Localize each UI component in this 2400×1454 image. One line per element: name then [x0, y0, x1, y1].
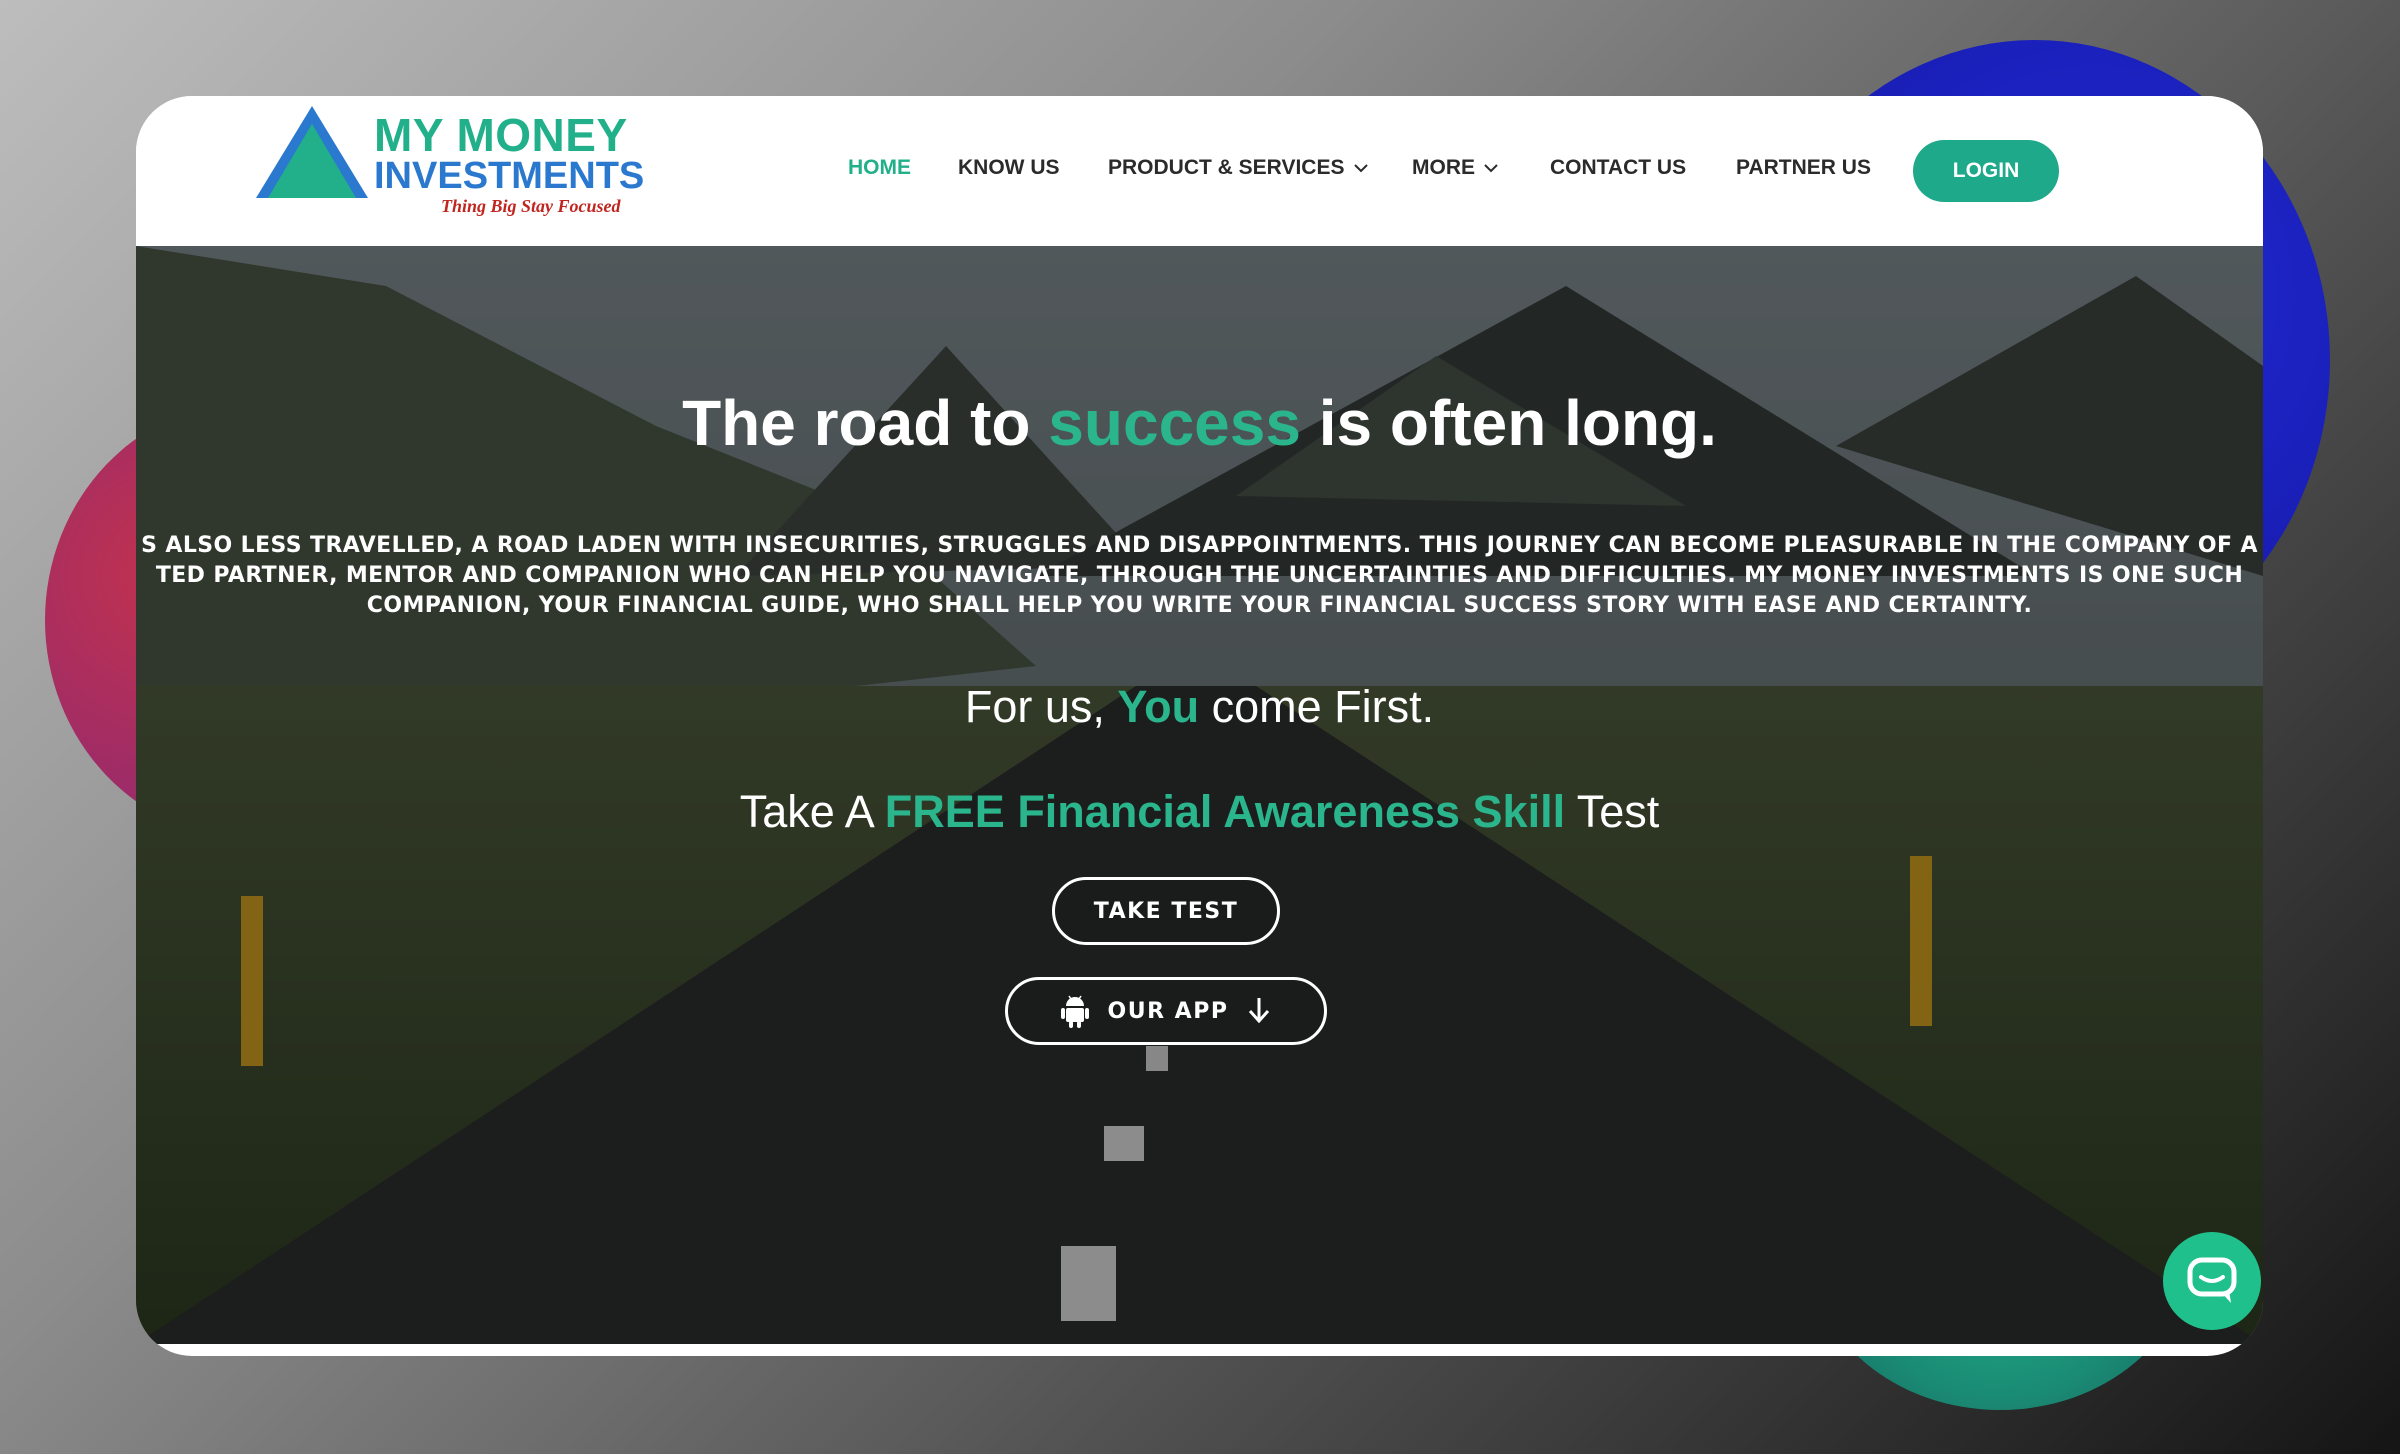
test-pre: Take A: [739, 786, 885, 837]
headline-post: is often long.: [1300, 387, 1717, 459]
paragraph-line: COMPANION, YOUR FINANCIAL GUIDE, WHO SHA…: [366, 593, 2033, 618]
nav-home-label: HOME: [848, 156, 911, 179]
nav-more-label: MORE: [1412, 156, 1475, 179]
nav-contact-us-label: CONTACT US: [1550, 156, 1687, 179]
brand-tagline: Thing Big Stay Focused: [441, 196, 621, 216]
nav-partner-us[interactable]: PARTNER US: [1736, 156, 1871, 180]
chevron-down-icon: [1353, 164, 1368, 173]
nav-partner-us-label: PARTNER US: [1736, 156, 1871, 179]
android-icon: [1060, 995, 1089, 1028]
nav-know-us-label: KNOW US: [958, 156, 1060, 179]
nav-product-services-label: PRODUCT & SERVICES: [1108, 156, 1345, 179]
browser-frame: MY MONEY INVESTMENTS Thing Big Stay Focu…: [136, 96, 2263, 1356]
navbar: MY MONEY INVESTMENTS Thing Big Stay Focu…: [136, 96, 2263, 246]
hero-section: The road to success is often long. S ALS…: [136, 246, 2263, 1344]
logo-triangle-icon: [256, 106, 368, 198]
hero-paragraph: S ALSO LESS TRAVELLED, A ROAD LADEN WITH…: [136, 531, 2263, 621]
login-button[interactable]: LOGIN: [1913, 140, 2059, 202]
test-accent: FREE Financial Awareness Skill: [884, 786, 1566, 837]
headline-accent: success: [1048, 387, 1301, 459]
headline-pre: The road to: [682, 387, 1049, 459]
nav-home[interactable]: HOME: [848, 156, 911, 180]
hero-test-line: Take A FREE Financial Awareness Skill Te…: [136, 786, 2263, 838]
chat-widget-button[interactable]: [2163, 1232, 2261, 1330]
paragraph-line: TED PARTNER, MENTOR AND COMPANION WHO CA…: [155, 563, 2244, 588]
tagline-post: come First.: [1199, 681, 1435, 732]
nav-know-us[interactable]: KNOW US: [958, 156, 1060, 180]
tagline-pre: For us,: [964, 681, 1118, 732]
hero-headline: The road to success is often long.: [136, 386, 2263, 460]
test-post: Test: [1565, 786, 1660, 837]
brand-logo[interactable]: MY MONEY INVESTMENTS Thing Big Stay Focu…: [256, 102, 644, 216]
arrow-down-icon: [1249, 998, 1270, 1024]
brand-name-line2: INVESTMENTS: [374, 155, 645, 197]
our-app-label: OUR APP: [1107, 998, 1229, 1024]
paragraph-line: S ALSO LESS TRAVELLED, A ROAD LADEN WITH…: [141, 533, 2258, 558]
tagline-accent: You: [1117, 681, 1200, 732]
nav-contact-us[interactable]: CONTACT US: [1550, 156, 1686, 180]
hero-tagline: For us, You come First.: [136, 681, 2263, 733]
chevron-down-icon: [1484, 164, 1498, 173]
take-test-button[interactable]: TAKE TEST: [1052, 877, 1280, 945]
our-app-button[interactable]: OUR APP: [1005, 977, 1327, 1045]
nav-more[interactable]: MORE: [1412, 156, 1499, 180]
brand-name-line1: MY MONEY: [374, 109, 628, 161]
take-test-label: TAKE TEST: [1093, 898, 1239, 924]
nav-product-services[interactable]: PRODUCT & SERVICES: [1108, 156, 1369, 180]
chat-bubble-icon: [2187, 1257, 2237, 1303]
